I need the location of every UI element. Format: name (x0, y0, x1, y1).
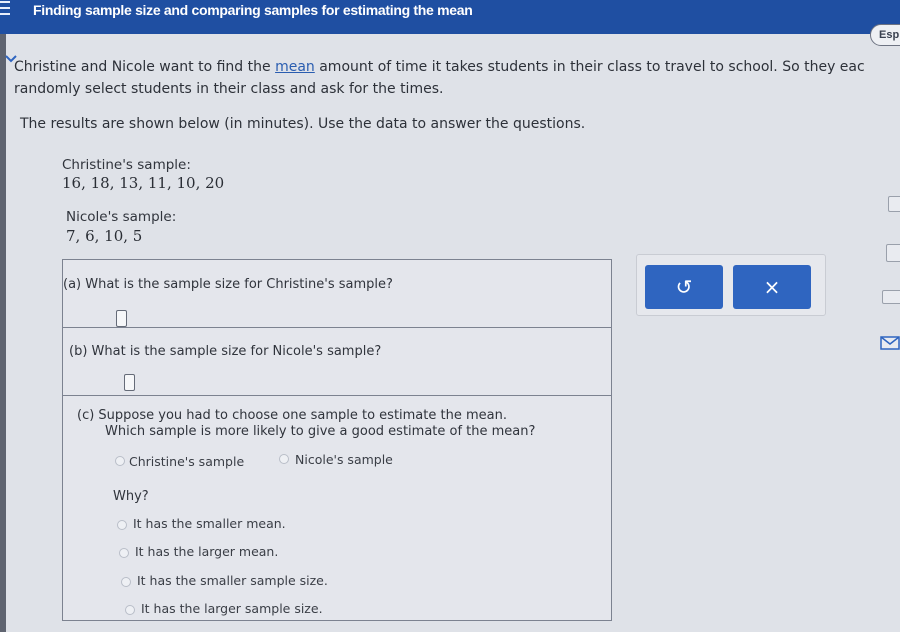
instructions: The results are shown below (in minutes)… (20, 116, 586, 132)
page-title: Finding sample size and comparing sample… (33, 2, 473, 18)
intro-text-start: Christine and Nicole want to find the (14, 59, 276, 75)
text-icon[interactable] (882, 290, 900, 304)
question-b-section: (b) What is the sample size for Nicole's… (63, 328, 611, 396)
problem-intro: Christine and Nicole want to find the me… (14, 56, 900, 100)
calculator-icon[interactable] (888, 196, 900, 212)
question-panel: (a) What is the sample size for Christin… (62, 259, 612, 621)
question-c-line2: Which sample is more likely to give a go… (105, 424, 536, 439)
option-larger-mean[interactable]: It has the larger mean. (135, 544, 278, 559)
christine-sample-data: 16, 18, 13, 11, 10, 20 (62, 174, 225, 192)
option-christine-sample[interactable]: Christine's sample (129, 454, 244, 469)
close-icon: × (763, 275, 781, 299)
language-button[interactable]: Esp (870, 24, 900, 46)
radio-nicole-sample[interactable] (279, 454, 289, 464)
radio-why-larger-mean[interactable] (119, 548, 129, 558)
action-panel: ↺ × (636, 254, 826, 316)
left-edge-strip (0, 34, 6, 632)
option-nicole-sample[interactable]: Nicole's sample (295, 452, 393, 467)
grid-icon[interactable] (886, 244, 900, 262)
nicole-sample-label: Nicole's sample: (66, 209, 177, 225)
radio-why-smaller-mean[interactable] (117, 520, 127, 530)
why-label: Why? (113, 489, 149, 504)
undo-icon: ↺ (675, 275, 693, 299)
radio-christine-sample[interactable] (115, 456, 125, 466)
question-a-text: (a) What is the sample size for Christin… (63, 277, 393, 292)
mail-icon[interactable] (880, 336, 900, 350)
answer-a-input[interactable] (116, 310, 127, 327)
option-smaller-sample-size[interactable]: It has the smaller sample size. (137, 573, 328, 588)
radio-why-smaller-size[interactable] (121, 577, 131, 587)
question-c-section: (c) Suppose you had to choose one sample… (63, 396, 611, 622)
question-b-text: (b) What is the sample size for Nicole's… (69, 344, 382, 359)
radio-why-larger-size[interactable] (125, 605, 135, 615)
option-larger-sample-size[interactable]: It has the larger sample size. (141, 601, 323, 616)
nicole-sample-data: 7, 6, 10, 5 (66, 227, 143, 245)
intro-line-2: randomly select students in their class … (14, 81, 444, 97)
christine-sample-label: Christine's sample: (62, 157, 191, 173)
answer-b-input[interactable] (124, 374, 135, 391)
intro-text-end: amount of time it takes students in thei… (314, 59, 865, 75)
mean-link[interactable]: mean (275, 59, 315, 75)
question-a-section: (a) What is the sample size for Christin… (63, 260, 611, 328)
undo-button[interactable]: ↺ (645, 265, 723, 309)
clear-button[interactable]: × (733, 265, 811, 309)
question-c-line1: (c) Suppose you had to choose one sample… (77, 408, 507, 423)
menu-icon[interactable] (0, 1, 10, 15)
header-bar: Finding sample size and comparing sample… (0, 0, 900, 34)
option-smaller-mean[interactable]: It has the smaller mean. (133, 516, 286, 531)
